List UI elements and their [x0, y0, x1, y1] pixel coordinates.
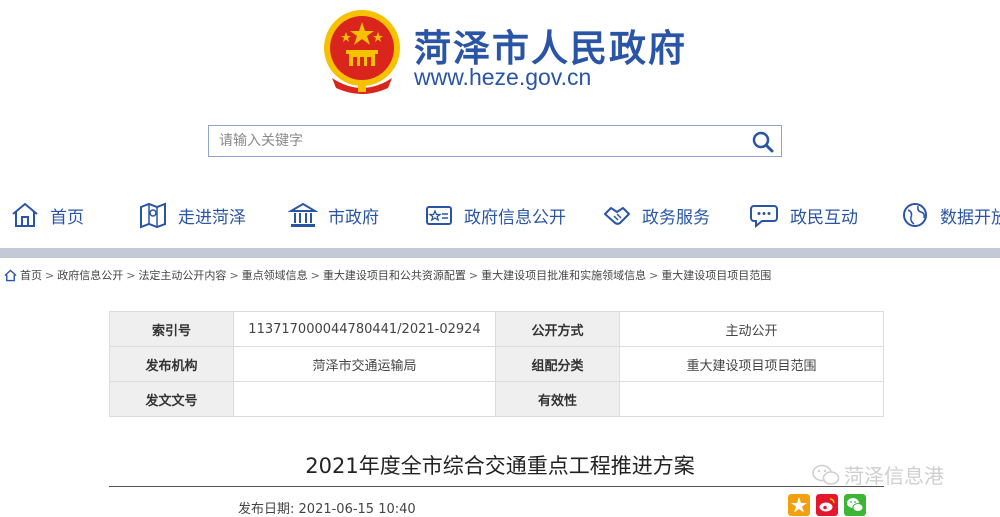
main-nav: 首页 走进菏泽 市政府 政府信息公开 政务服务 政民互动 数据开放: [0, 190, 1000, 240]
info-card-icon: [426, 206, 452, 225]
nav-label: 首页: [50, 207, 84, 228]
breadcrumb-separator: >: [229, 268, 239, 282]
issuing-agency-label: 发布机构: [109, 346, 234, 382]
publish-info: 发布日期: 2021-06-15 10:40: [238, 498, 416, 517]
breadcrumb-item[interactable]: 重大建设项目和公共资源配置: [323, 267, 466, 283]
validity-label: 有效性: [495, 381, 620, 417]
breadcrumb-item[interactable]: 法定主动公开内容: [138, 267, 226, 283]
table-row: 发文文号 有效性: [109, 381, 884, 417]
breadcrumb-item[interactable]: 重大建设项目项目范围: [661, 267, 771, 283]
national-emblem-icon: [324, 10, 400, 94]
breadcrumb: 首页 > 政府信息公开 > 法定主动公开内容 > 重点领域信息 > 重大建设项目…: [4, 267, 771, 283]
nav-item-gov-info-disclosure[interactable]: 政府信息公开: [424, 190, 566, 240]
nav-divider-band: [0, 248, 1000, 258]
chat-icon: [750, 205, 778, 229]
disclosure-method-label: 公开方式: [495, 311, 620, 347]
home-icon: [4, 268, 17, 281]
document-number-value: [233, 381, 496, 417]
nav-label: 数据开放: [940, 207, 1000, 228]
weibo-icon[interactable]: [816, 494, 838, 516]
table-row: 发布机构 菏泽市交通运输局 组配分类 重大建设项目项目范围: [109, 346, 884, 382]
handshake-icon: [604, 207, 630, 225]
issuing-agency-value: 菏泽市交通运输局: [233, 346, 496, 382]
search-input[interactable]: [209, 126, 739, 156]
wechat-share-icon[interactable]: [844, 494, 866, 516]
nav-label: 政务服务: [642, 207, 710, 228]
publish-date-label: 发布日期:: [238, 502, 295, 517]
document-meta-table: 索引号 113717000044780441/2021-02924 公开方式 主…: [109, 311, 884, 417]
breadcrumb-separator: >: [649, 268, 659, 282]
nav-label: 市政府: [328, 207, 379, 228]
breadcrumb-separator: >: [45, 268, 55, 282]
nav-item-public-interaction[interactable]: 政民互动: [750, 190, 858, 240]
nav-item-gov-services[interactable]: 政务服务: [602, 190, 710, 240]
publish-date-value: 2021-06-15 10:40: [298, 502, 416, 517]
breadcrumb-separator: >: [468, 268, 479, 282]
share-buttons: [788, 494, 872, 516]
nav-item-about-heze[interactable]: 走进菏泽: [138, 190, 246, 240]
validity-value: [619, 381, 884, 417]
breadcrumb-item[interactable]: 重大建设项目批准和实施领域信息: [481, 267, 646, 283]
breadcrumb-separator: >: [310, 268, 320, 282]
article-title: 2021年度全市综合交通重点工程推进方案: [305, 454, 695, 478]
site-header: 菏泽市人民政府 www.heze.gov.cn: [0, 0, 1000, 115]
qzone-star-icon[interactable]: [788, 494, 810, 516]
globe-icon: [903, 203, 927, 227]
table-row: 索引号 113717000044780441/2021-02924 公开方式 主…: [109, 311, 884, 347]
search-icon[interactable]: [751, 130, 775, 154]
document-number-label: 发文文号: [109, 381, 234, 417]
home-icon: [12, 202, 38, 227]
breadcrumb-item[interactable]: 政府信息公开: [57, 267, 123, 283]
disclosure-method-value: 主动公开: [619, 311, 884, 347]
breadcrumb-item[interactable]: 重点领域信息: [242, 267, 308, 283]
map-icon: [140, 202, 166, 229]
site-url: www.heze.gov.cn: [414, 64, 592, 90]
nav-label: 政民互动: [790, 207, 858, 228]
category-value: 重大建设项目项目范围: [619, 346, 884, 382]
index-number-label: 索引号: [109, 311, 234, 347]
nav-label: 走进菏泽: [178, 207, 246, 228]
nav-label: 政府信息公开: [464, 207, 566, 228]
title-divider: [109, 486, 884, 487]
nav-item-home[interactable]: 首页: [10, 190, 84, 240]
breadcrumb-separator: >: [126, 268, 136, 282]
search-box: [208, 125, 782, 157]
nav-item-open-data[interactable]: 数据开放: [900, 190, 1000, 240]
index-number-value: 113717000044780441/2021-02924: [233, 311, 496, 347]
government-building-icon: [288, 202, 318, 227]
category-label: 组配分类: [495, 346, 620, 382]
nav-item-city-government[interactable]: 市政府: [288, 190, 379, 240]
breadcrumb-item[interactable]: 首页: [20, 267, 42, 283]
